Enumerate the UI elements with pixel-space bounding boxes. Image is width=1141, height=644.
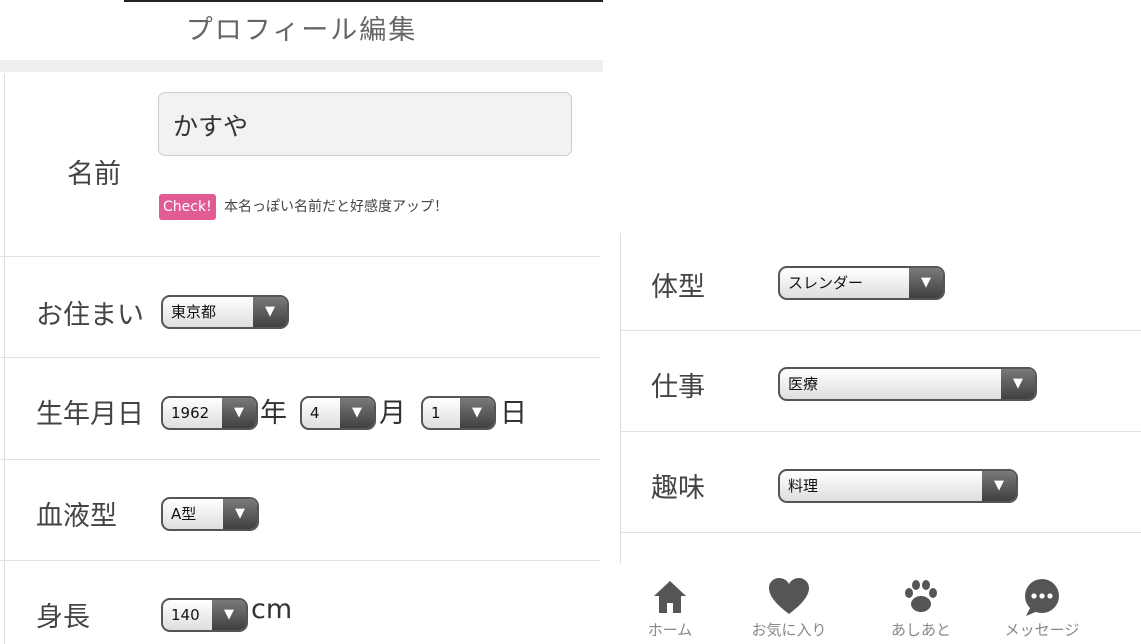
blood-type-value: A型 — [171, 505, 197, 523]
check-badge: Check! — [159, 194, 216, 220]
home-icon — [615, 577, 725, 617]
height-value: 140 — [171, 606, 200, 624]
chevron-down-icon: ▼ — [212, 600, 246, 630]
tab-favorites[interactable]: お気に入り — [734, 563, 844, 644]
birth-month-value: 4 — [310, 404, 320, 422]
tab-messages-label: メッセージ — [1004, 621, 1080, 639]
year-unit: 年 — [260, 398, 287, 429]
name-hint: 本名っぽい名前だと好感度アップ！ — [224, 199, 448, 215]
residence-value: 東京都 — [171, 303, 217, 321]
profile-edit-screen-scrolled: 体型 スレンダー ▼ 仕事 医療 ▼ 趣味 料理 ▼ ホーム お気に入り あしあ… — [603, 0, 1141, 644]
tab-messages[interactable]: メッセージ — [987, 563, 1097, 644]
hobby-select[interactable]: 料理 ▼ — [778, 469, 1018, 503]
tab-home[interactable]: ホーム — [615, 563, 725, 644]
tab-footprints-label: あしあと — [890, 621, 951, 639]
height-row: 身長 — [0, 561, 600, 644]
residence-label: お住まい — [36, 300, 144, 331]
page-title: プロフィール編集 — [185, 15, 418, 46]
top-divider — [124, 0, 603, 2]
hobby-label: 趣味 — [651, 473, 705, 504]
job-select[interactable]: 医療 ▼ — [778, 367, 1037, 401]
residence-row: お住まい — [0, 257, 600, 358]
birth-day-select[interactable]: 1 ▼ — [421, 396, 496, 430]
chevron-down-icon: ▼ — [222, 398, 256, 428]
name-label: 名前 — [67, 159, 121, 190]
blood-type-select[interactable]: A型 ▼ — [161, 497, 259, 531]
heart-icon — [734, 577, 844, 617]
blood-type-label: 血液型 — [36, 501, 117, 532]
residence-select[interactable]: 東京都 ▼ — [161, 295, 289, 329]
job-label: 仕事 — [651, 372, 705, 403]
chat-bubble-icon — [987, 577, 1097, 617]
bottom-tab-bar: ホーム お気に入り あしあと メッセージ — [620, 563, 1141, 644]
paw-icon — [866, 577, 976, 617]
job-value: 医療 — [788, 375, 819, 393]
body-type-label: 体型 — [651, 272, 705, 303]
tab-favorites-label: お気に入り — [751, 621, 827, 639]
body-type-value: スレンダー — [788, 274, 864, 292]
header-separator — [0, 60, 603, 72]
chevron-down-icon: ▼ — [982, 471, 1016, 501]
tab-home-label: ホーム — [647, 621, 693, 639]
month-unit: 月 — [379, 398, 406, 429]
birth-day-value: 1 — [431, 404, 441, 422]
chevron-down-icon: ▼ — [1001, 369, 1035, 399]
chevron-down-icon: ▼ — [460, 398, 494, 428]
birth-month-select[interactable]: 4 ▼ — [300, 396, 376, 430]
birth-year-select[interactable]: 1962 ▼ — [161, 396, 258, 430]
birthday-label: 生年月日 — [36, 399, 144, 430]
tab-footprints[interactable]: あしあと — [866, 563, 976, 644]
name-input[interactable]: かすや — [158, 92, 572, 156]
chevron-down-icon: ▼ — [253, 297, 287, 327]
height-select[interactable]: 140 ▼ — [161, 598, 248, 632]
chevron-down-icon: ▼ — [909, 268, 943, 298]
body-type-select[interactable]: スレンダー ▼ — [778, 266, 945, 300]
profile-edit-screen: プロフィール編集 名前 かすや Check! 本名っぽい名前だと好感度アップ！ … — [0, 0, 603, 644]
hobby-value: 料理 — [788, 477, 819, 495]
height-label: 身長 — [36, 602, 90, 633]
chevron-down-icon: ▼ — [223, 499, 257, 529]
birth-year-value: 1962 — [171, 404, 210, 422]
day-unit: 日 — [500, 398, 527, 429]
chevron-down-icon: ▼ — [340, 398, 374, 428]
blood-type-row: 血液型 — [0, 460, 600, 561]
height-unit: cm — [251, 594, 293, 625]
